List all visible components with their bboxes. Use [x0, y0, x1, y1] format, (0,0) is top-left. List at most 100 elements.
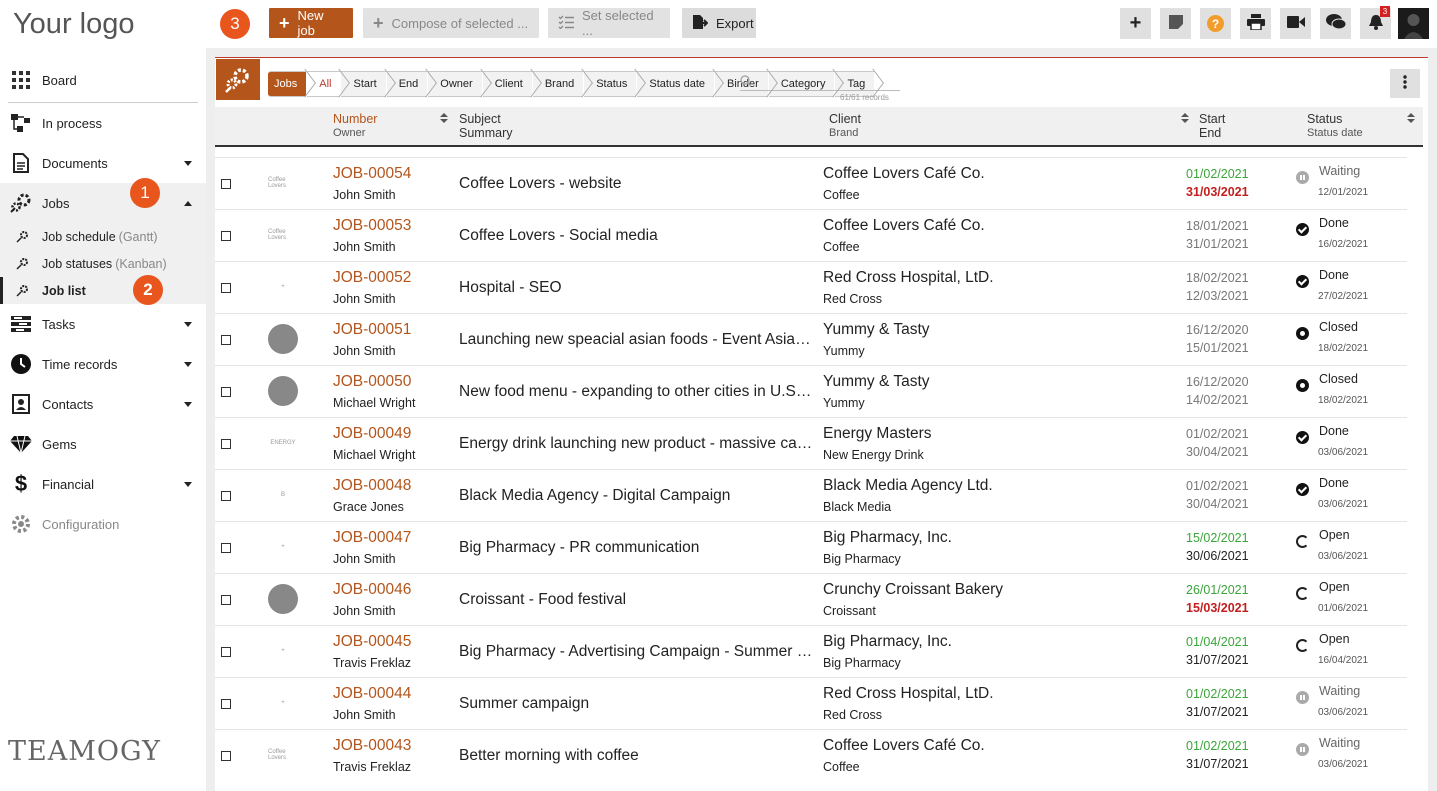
table-row[interactable]: Coffee Lovers JOB-00043 Travis Freklaz Bett…	[215, 729, 1407, 781]
table-row[interactable]: + JOB-00052 John Smith Hospital - SEO Red Cr…	[215, 261, 1407, 313]
column-header-subject[interactable]: Subject Summary	[459, 112, 512, 140]
job-subject[interactable]: Better morning with coffee	[459, 747, 814, 765]
row-checkbox[interactable]	[221, 699, 231, 709]
job-number-link[interactable]: JOB-00048	[333, 477, 411, 495]
table-row[interactable]: + JOB-00047 John Smith Big Pharmacy - PR co…	[215, 521, 1407, 573]
chat-button[interactable]	[1320, 8, 1351, 39]
job-end-date: 30/04/2021	[1186, 497, 1249, 511]
job-subject[interactable]: Energy drink launching new product - mas…	[459, 435, 814, 453]
status-date: 03/06/2021	[1318, 707, 1369, 718]
status-date: 18/02/2021	[1318, 395, 1369, 406]
table-row[interactable]: + JOB-00044 John Smith Summer campaign Red C…	[215, 677, 1407, 729]
add-button[interactable]: +	[1120, 8, 1151, 39]
sidebar-item-in-process[interactable]: In process	[0, 103, 206, 143]
sidebar-item-board[interactable]: Board	[0, 60, 206, 100]
sidebar-item-tasks[interactable]: Tasks	[0, 304, 206, 344]
document-icon	[10, 152, 32, 174]
print-button[interactable]	[1240, 8, 1271, 39]
job-number-link[interactable]: JOB-00045	[333, 633, 411, 651]
filter-chip-owner[interactable]: Owner	[428, 71, 482, 97]
job-subject[interactable]: Hospital - SEO	[459, 279, 814, 297]
sidebar-subitem-job-schedule[interactable]: Job schedule (Gantt)	[0, 223, 206, 250]
job-number-link[interactable]: JOB-00053	[333, 217, 411, 235]
chevron-up-icon[interactable]	[184, 201, 192, 206]
job-subject[interactable]: Coffee Lovers - Social media	[459, 227, 814, 245]
sidebar-item-financial[interactable]: $ Financial	[0, 464, 206, 504]
export-button[interactable]: Export	[682, 8, 756, 38]
job-number-link[interactable]: JOB-00043	[333, 737, 411, 755]
job-number-link[interactable]: JOB-00052	[333, 269, 411, 287]
row-checkbox[interactable]	[221, 335, 231, 345]
row-checkbox[interactable]	[221, 543, 231, 553]
jobs-module-icon[interactable]	[216, 59, 260, 100]
row-checkbox[interactable]	[221, 387, 231, 397]
table-row[interactable]: JOB-00051 John Smith Launching new speacia…	[215, 313, 1407, 365]
set-selected-button[interactable]: Set selected ...	[548, 8, 670, 38]
job-subject[interactable]: Big Pharmacy - PR communication	[459, 539, 814, 557]
column-header-client[interactable]: Client Brand	[829, 112, 861, 140]
avatar[interactable]	[1398, 8, 1429, 39]
chevron-down-icon[interactable]	[184, 482, 192, 487]
filter-chip-jobs[interactable]: Jobs	[268, 71, 307, 97]
chevron-down-icon[interactable]	[184, 322, 192, 327]
table-row[interactable]: ENERGY JOB-00049 Michael Wright Energy drin…	[215, 417, 1407, 469]
job-number-link[interactable]: JOB-00051	[333, 321, 411, 339]
job-start-date: 18/01/2021	[1186, 219, 1249, 233]
sidebar-item-configuration[interactable]: Configuration	[0, 504, 206, 544]
row-checkbox[interactable]	[221, 491, 231, 501]
row-checkbox[interactable]	[221, 439, 231, 449]
app-logo[interactable]: Your logo	[13, 8, 134, 41]
job-subject[interactable]: Black Media Agency - Digital Campaign	[459, 487, 814, 505]
job-number-link[interactable]: JOB-00047	[333, 529, 411, 547]
sidebar-item-documents[interactable]: Documents	[0, 143, 206, 183]
row-checkbox[interactable]	[221, 179, 231, 189]
sidebar-item-time-records[interactable]: Time records	[0, 344, 206, 384]
sidebar-subitem-job-list[interactable]: Job list 2	[0, 275, 206, 305]
status-done-icon	[1296, 431, 1309, 444]
job-subject[interactable]: Croissant - Food festival	[459, 591, 814, 609]
job-number-link[interactable]: JOB-00046	[333, 581, 411, 599]
status-closed-icon	[1296, 327, 1309, 340]
sidebar-item-gems[interactable]: Gems	[0, 424, 206, 464]
video-button[interactable]	[1280, 8, 1311, 39]
row-checkbox[interactable]	[221, 231, 231, 241]
job-subject[interactable]: Summer campaign	[459, 695, 814, 713]
chevron-down-icon[interactable]	[184, 362, 192, 367]
compose-selected-button[interactable]: + Compose of selected ...	[363, 8, 539, 38]
chevron-down-icon[interactable]	[184, 402, 192, 407]
row-checkbox[interactable]	[221, 751, 231, 761]
chevron-down-icon[interactable]	[184, 161, 192, 166]
client-logo: +	[281, 700, 285, 706]
notifications-button[interactable]: 3	[1360, 6, 1391, 39]
sidebar-item-contacts[interactable]: Contacts	[0, 384, 206, 424]
notes-button[interactable]	[1160, 8, 1191, 39]
more-options-button[interactable]	[1390, 69, 1420, 98]
sidebar-item-jobs[interactable]: Jobs 1	[0, 178, 206, 223]
help-button[interactable]: ?	[1200, 8, 1231, 39]
row-checkbox[interactable]	[221, 283, 231, 293]
row-checkbox[interactable]	[221, 647, 231, 657]
status-closed-icon	[1296, 379, 1309, 392]
job-number-link[interactable]: JOB-00050	[333, 373, 411, 391]
job-subject[interactable]: Launching new speacial asian foods - Eve…	[459, 331, 814, 349]
job-number-link[interactable]: JOB-00054	[333, 165, 411, 183]
table-row[interactable]: Coffee Lovers JOB-00054 John Smith Coffee L…	[215, 157, 1407, 209]
column-header-number[interactable]: Number Owner	[333, 112, 377, 140]
column-header-start[interactable]: Start End	[1199, 112, 1225, 140]
job-number-link[interactable]: JOB-00044	[333, 685, 411, 703]
job-number-link[interactable]: JOB-00049	[333, 425, 411, 443]
job-subject[interactable]: New food menu - expanding to other citie…	[459, 383, 814, 401]
table-row[interactable]: JOB-00050 Michael Wright New food menu - e…	[215, 365, 1407, 417]
table-row[interactable]: JOB-00046 John Smith Croissant - Food fest…	[215, 573, 1407, 625]
new-job-button[interactable]: + New job	[269, 8, 353, 38]
table-row[interactable]: + JOB-00045 Travis Freklaz Big Pharmacy - A…	[215, 625, 1407, 677]
row-checkbox[interactable]	[221, 595, 231, 605]
job-client: Energy Masters	[823, 425, 932, 442]
table-row[interactable]: Coffee Lovers JOB-00053 John Smith Coffee L…	[215, 209, 1407, 261]
sidebar-subitem-job-statuses[interactable]: Job statuses (Kanban)	[0, 250, 206, 277]
filter-chip-status-date[interactable]: Status date	[637, 71, 715, 97]
job-subject[interactable]: Coffee Lovers - website	[459, 175, 814, 193]
column-header-status[interactable]: Status Status date	[1307, 112, 1363, 140]
job-subject[interactable]: Big Pharmacy - Advertising Campaign - Su…	[459, 643, 814, 661]
table-row[interactable]: B JOB-00048 Grace Jones Black Media Agency …	[215, 469, 1407, 521]
